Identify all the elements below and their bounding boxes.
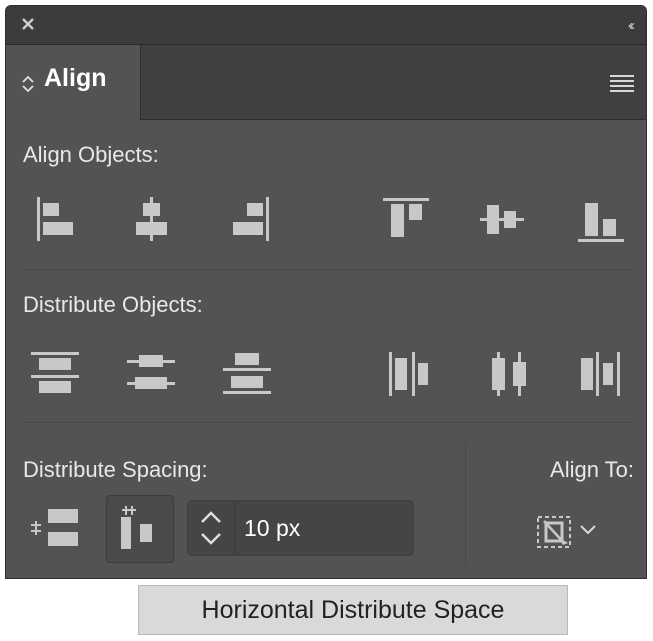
horizontal-distribute-center-icon[interactable] xyxy=(483,348,533,400)
vertical-distribute-center-icon[interactable] xyxy=(125,348,177,400)
align-to-title: Align To: xyxy=(550,457,634,482)
tab-align[interactable]: Align xyxy=(6,45,141,120)
align-panel: ‹‹ Align Align Objects: Distribute Objec… xyxy=(6,6,646,578)
vertical-distribute-top-icon[interactable] xyxy=(29,348,81,400)
collapse-double-chevron-icon[interactable]: ‹‹ xyxy=(628,17,635,34)
align-objects-title: Align Objects: xyxy=(23,142,159,167)
tooltip: Horizontal Distribute Space xyxy=(138,585,568,635)
horizontal-align-left-icon[interactable] xyxy=(34,195,82,243)
spacing-stepper xyxy=(187,500,414,556)
panel-titlebar: ‹‹ xyxy=(6,6,646,45)
close-icon[interactable] xyxy=(20,16,36,32)
vertical-align-top-icon[interactable] xyxy=(381,195,431,243)
distribute-objects-title: Distribute Objects: xyxy=(23,292,203,317)
vertical-align-bottom-icon[interactable] xyxy=(576,195,626,245)
up-down-chevron-icon xyxy=(21,74,35,99)
section-divider xyxy=(22,422,634,423)
section-divider xyxy=(22,269,634,270)
tab-strip: Align xyxy=(6,45,646,120)
vertical-divider xyxy=(465,443,466,565)
align-to-key-object-icon xyxy=(534,509,578,555)
chevron-down-icon xyxy=(579,523,597,537)
horizontal-distribute-right-icon[interactable] xyxy=(577,348,627,400)
spacing-stepper-arrows[interactable] xyxy=(188,501,235,555)
hamburger-menu-icon[interactable] xyxy=(610,75,634,92)
spacing-value-input[interactable] xyxy=(244,513,404,543)
horizontal-distribute-space-icon xyxy=(118,504,162,552)
vertical-distribute-bottom-icon[interactable] xyxy=(221,348,273,400)
align-to-dropdown[interactable] xyxy=(534,509,604,555)
horizontal-distribute-left-icon[interactable] xyxy=(385,348,435,400)
horizontal-align-center-icon[interactable] xyxy=(128,195,176,243)
distribute-spacing-title: Distribute Spacing: xyxy=(23,457,208,482)
vertical-align-center-icon[interactable] xyxy=(478,195,526,243)
horizontal-distribute-space-button[interactable] xyxy=(106,495,174,563)
vertical-distribute-space-icon[interactable] xyxy=(28,506,80,550)
horizontal-align-right-icon[interactable] xyxy=(224,195,272,243)
tab-label: Align xyxy=(44,64,107,92)
